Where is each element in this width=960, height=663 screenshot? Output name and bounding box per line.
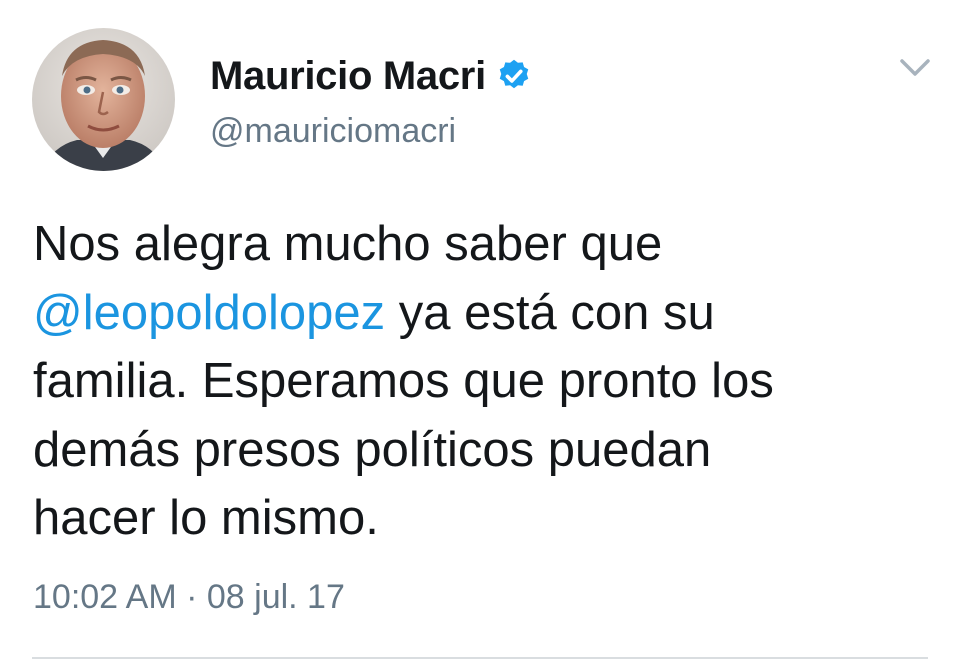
user-handle[interactable]: @mauriciomacri xyxy=(210,112,456,151)
tweet-date: 08 jul. 17 xyxy=(206,578,345,616)
tweet-time: 10:02 AM xyxy=(33,578,177,616)
divider xyxy=(32,657,928,659)
tweet-card: Mauricio Macri @mauriciomacri Nos alegra… xyxy=(0,0,960,663)
tweet-text-line: familia. Esperamos que pronto los xyxy=(33,354,774,408)
chevron-down-icon[interactable] xyxy=(896,56,934,80)
tweet-text-fragment: ya está con su xyxy=(385,285,715,340)
mention-link[interactable]: @leopoldolopez xyxy=(33,286,385,340)
tweet-text-line: hacer lo mismo. xyxy=(33,491,379,545)
tweet-timestamp[interactable]: 10:02 AM · 08 jul. 17 xyxy=(33,578,345,617)
avatar[interactable] xyxy=(32,28,175,171)
tweet-text-line: Nos alegra mucho saber que xyxy=(33,217,663,271)
avatar-portrait-icon xyxy=(32,28,175,171)
timestamp-separator: · xyxy=(176,578,207,616)
display-name[interactable]: Mauricio Macri xyxy=(210,54,486,99)
verified-badge-icon xyxy=(499,59,529,89)
tweet-text: Nos alegra mucho saber que @leopoldolope… xyxy=(33,210,933,553)
tweet-text-line: @leopoldolopez ya está con su xyxy=(33,279,933,348)
tweet-text-line: demás presos políticos puedan xyxy=(33,422,712,477)
author-name-row: Mauricio Macri xyxy=(210,50,532,102)
